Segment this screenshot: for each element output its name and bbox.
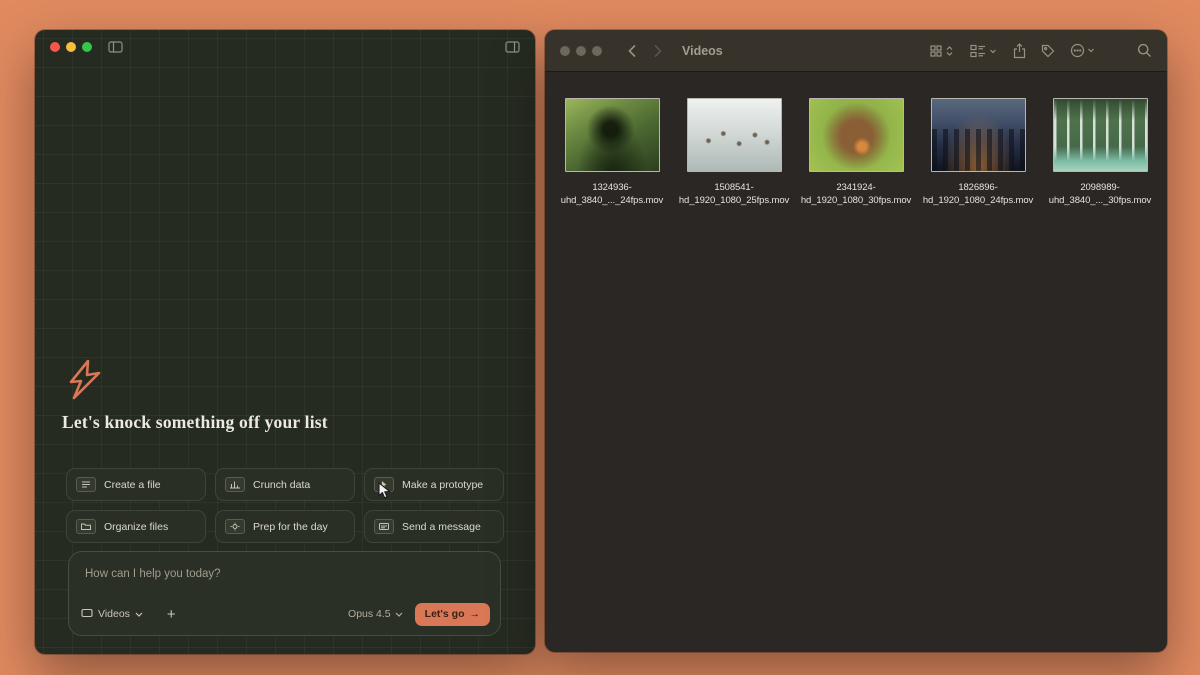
- file-name: 2098989- uhd_3840_..._30fps.mov: [1048, 182, 1152, 206]
- video-thumbnail-forest-valley: [564, 98, 660, 172]
- attachment-label: Videos: [98, 608, 130, 620]
- action-create-file-button[interactable]: Create a file: [66, 468, 206, 501]
- message-icon: [374, 519, 394, 534]
- zoom-button-inactive[interactable]: [592, 45, 602, 56]
- file-item[interactable]: 1826896- hd_1920_1080_24fps.mov: [920, 98, 1036, 207]
- finder-titlebar: Videos: [545, 30, 1167, 72]
- back-button[interactable]: [628, 44, 637, 58]
- forward-button[interactable]: [653, 44, 662, 58]
- chevron-down-icon: [395, 612, 403, 617]
- attachment-videos-chip[interactable]: Videos: [81, 608, 143, 621]
- new-window-icon[interactable]: [505, 41, 520, 53]
- view-options-icon[interactable]: [930, 44, 955, 58]
- more-options-icon[interactable]: [1070, 43, 1096, 58]
- search-icon[interactable]: [1137, 43, 1152, 58]
- file-item[interactable]: 2341924- hd_1920_1080_30fps.mov: [798, 98, 914, 207]
- video-folder-icon: [81, 608, 93, 621]
- group-by-icon[interactable]: [970, 44, 998, 58]
- action-label: Create a file: [104, 478, 161, 491]
- file-name: 1324936- uhd_3840_..._24fps.mov: [560, 182, 664, 206]
- action-label: Prep for the day: [253, 520, 328, 533]
- action-send-message-button[interactable]: Send a message: [364, 510, 504, 543]
- action-crunch-data-button[interactable]: Crunch data: [215, 468, 355, 501]
- zoom-button[interactable]: [82, 42, 92, 52]
- submit-label: Let's go: [424, 608, 465, 620]
- action-label: Crunch data: [253, 478, 311, 491]
- data-icon: [225, 477, 245, 492]
- finder-toolbar: [930, 42, 1152, 59]
- file-item[interactable]: 1508541- hd_1920_1080_25fps.mov: [676, 98, 792, 207]
- quick-actions: Create a file Crunch data Make a prototy…: [66, 468, 504, 543]
- action-prep-day-button[interactable]: Prep for the day: [215, 510, 355, 543]
- file-name: 2341924- hd_1920_1080_30fps.mov: [800, 182, 912, 206]
- composer-toolbar: Videos + Opus 4.5 Let's go →: [81, 602, 490, 626]
- claude-bolt-logo-icon: [64, 358, 106, 407]
- add-attachment-button[interactable]: +: [167, 607, 176, 622]
- assistant-headline: Let's knock something off your list: [62, 412, 328, 432]
- minimize-button[interactable]: [66, 42, 76, 52]
- action-label: Make a prototype: [402, 478, 484, 491]
- chat-input[interactable]: How can I help you today?: [85, 568, 221, 580]
- share-icon[interactable]: [1013, 42, 1026, 59]
- file-name: 1508541- hd_1920_1080_25fps.mov: [678, 182, 790, 206]
- video-thumbnail-snow-deer: [686, 98, 782, 172]
- file-grid: 1324936- uhd_3840_..._24fps.mov 1508541-…: [545, 72, 1167, 207]
- assistant-window: Let's knock something off your list Crea…: [35, 30, 535, 654]
- submit-button[interactable]: Let's go →: [414, 602, 490, 626]
- minimize-button-inactive[interactable]: [576, 45, 586, 56]
- composer: How can I help you today? Videos + Opus …: [68, 551, 501, 636]
- close-button[interactable]: [50, 42, 60, 52]
- action-make-prototype-button[interactable]: Make a prototype: [364, 468, 504, 501]
- assistant-titlebar: [35, 30, 535, 64]
- finder-window: Videos 1324936- uhd_3840_..._24fps.mov 1…: [545, 30, 1167, 652]
- file-item[interactable]: 2098989- uhd_3840_..._30fps.mov: [1042, 98, 1158, 207]
- model-selector[interactable]: Opus 4.5: [348, 608, 403, 620]
- arrow-right-icon: →: [469, 608, 481, 620]
- action-label: Organize files: [104, 520, 169, 533]
- file-icon: [76, 477, 96, 492]
- file-name: 1826896- hd_1920_1080_24fps.mov: [922, 182, 1034, 206]
- sidebar-toggle-icon[interactable]: [108, 41, 123, 53]
- folder-icon: [76, 519, 96, 534]
- action-organize-files-button[interactable]: Organize files: [66, 510, 206, 543]
- close-button-inactive[interactable]: [560, 45, 570, 56]
- calendar-icon: [225, 519, 245, 534]
- video-thumbnail-waterfall: [1052, 98, 1148, 172]
- file-item[interactable]: 1324936- uhd_3840_..._24fps.mov: [554, 98, 670, 207]
- window-title: Videos: [682, 43, 723, 58]
- prototype-icon: [374, 477, 394, 492]
- action-label: Send a message: [402, 520, 481, 533]
- tag-icon[interactable]: [1041, 44, 1055, 58]
- video-thumbnail-city-skyline: [930, 98, 1026, 172]
- model-label: Opus 4.5: [348, 608, 391, 620]
- chevron-down-icon: [135, 612, 143, 617]
- video-thumbnail-squirrel: [808, 98, 904, 172]
